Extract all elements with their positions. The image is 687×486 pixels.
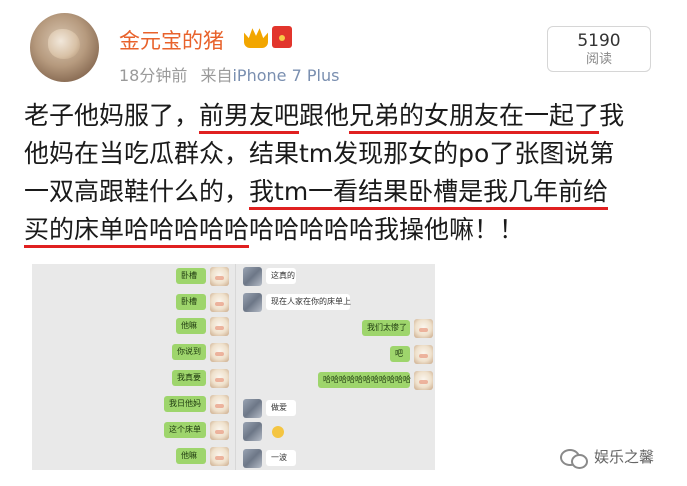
cat-avatar-icon [210,343,229,362]
read-count-box: 5190 阅读 [547,26,651,72]
cat-avatar-icon [210,369,229,388]
cat-avatar-icon [210,267,229,286]
watermark: 娱乐之馨 [560,446,655,469]
post-line-2: 他妈在当吃瓜群众，结果tm发现那女的po了张图说第 [24,139,615,168]
cat-avatar-icon [210,293,229,312]
underlined-phrase: 兄弟的女朋友在一起了 [349,101,600,134]
crown-icon[interactable] [244,28,268,48]
underlined-phrase: 买的床单哈哈哈哈哈 [24,215,250,248]
chat-bubble-right-sent: 我们太惨了 [362,320,410,336]
post-phrase: 哈哈哈哈哈我操他嘛！！ [249,215,525,244]
friend-avatar-icon [243,399,262,418]
cat-avatar-icon [414,319,433,338]
chat-bubble-right-sent: 吧 [390,346,410,362]
chat-bubble-right-received: 一波 [266,450,296,466]
post-text: 老子他妈服了，前男友吧跟他兄弟的女朋友在一起了我 他妈在当吃瓜群众，结果tm发现… [24,97,664,249]
screenshot-divider [235,264,236,470]
source-prefix: 来自 [200,66,233,85]
post-phrase: 一双高跟鞋什么的， [24,177,250,206]
username[interactable]: 金元宝的猪 [119,25,224,55]
post-time: 18分钟前 [119,66,188,85]
chat-bubble-left: 他嘛 [176,448,206,464]
cat-avatar-icon [414,371,433,390]
chat-bubble-left: 我日他妈 [164,396,206,412]
post-line-3: 一双高跟鞋什么的，我tm一看结果卧槽是我几年前给 [24,173,664,211]
friend-avatar-icon [243,267,262,286]
cat-avatar-icon [210,317,229,336]
post-line-4: 买的床单哈哈哈哈哈哈哈哈哈哈我操他嘛！！ [24,211,664,249]
read-label: 阅读 [585,52,612,67]
post-line-1: 老子他妈服了，前男友吧跟他兄弟的女朋友在一起了我 [24,97,664,135]
chat-bubble-left: 你说到 [172,344,206,360]
chat-bubble-right-received: 现在人家在你的床单上 [266,294,351,310]
chat-bubble-left: 他嘛 [176,318,206,334]
cat-avatar-icon [210,421,229,440]
post-source[interactable]: iPhone 7 Plus [232,66,339,85]
wechat-icon [560,447,588,469]
cat-avatar-icon [210,447,229,466]
chat-screenshot-image[interactable]: 卧槽 卧槽 他嘛 你说到 我真要 我日他妈 这个床单 他嘛 这真的 现在人家在你的床单上 我们太惨了… [32,264,435,470]
watermark-text: 娱乐之馨 [594,448,655,466]
red-envelope-icon[interactable] [272,26,292,48]
friend-avatar-icon [243,449,262,468]
chat-bubble-right-sent: 哈哈哈哈哈哈哈哈哈哈哈 [318,372,411,388]
friend-avatar-icon [243,422,262,441]
chat-bubble-right-received: 这真的 [266,268,296,284]
emoji-icon [272,426,284,438]
post-phrase: 我 [599,101,625,130]
underlined-phrase: 我tm一看结果卧槽是我几年前给 [249,177,609,210]
chat-bubble-left: 我真要 [172,370,206,386]
read-count: 5190 [577,31,621,51]
post-phrase: 老子他妈服了， [24,101,200,130]
user-avatar[interactable] [30,13,99,82]
chat-bubble-left: 卧槽 [176,268,206,284]
chat-bubble-left: 卧槽 [176,294,206,310]
post-phrase: 跟他 [299,101,350,130]
friend-avatar-icon [243,293,262,312]
post-meta: 18分钟前 来自iPhone 7 Plus [119,62,339,86]
underlined-phrase: 前男友吧 [199,101,300,134]
chat-bubble-right-received: 做爱 [266,400,296,416]
chat-bubble-left: 这个床单 [164,422,206,438]
cat-avatar-icon [414,345,433,364]
cat-avatar-icon [210,395,229,414]
